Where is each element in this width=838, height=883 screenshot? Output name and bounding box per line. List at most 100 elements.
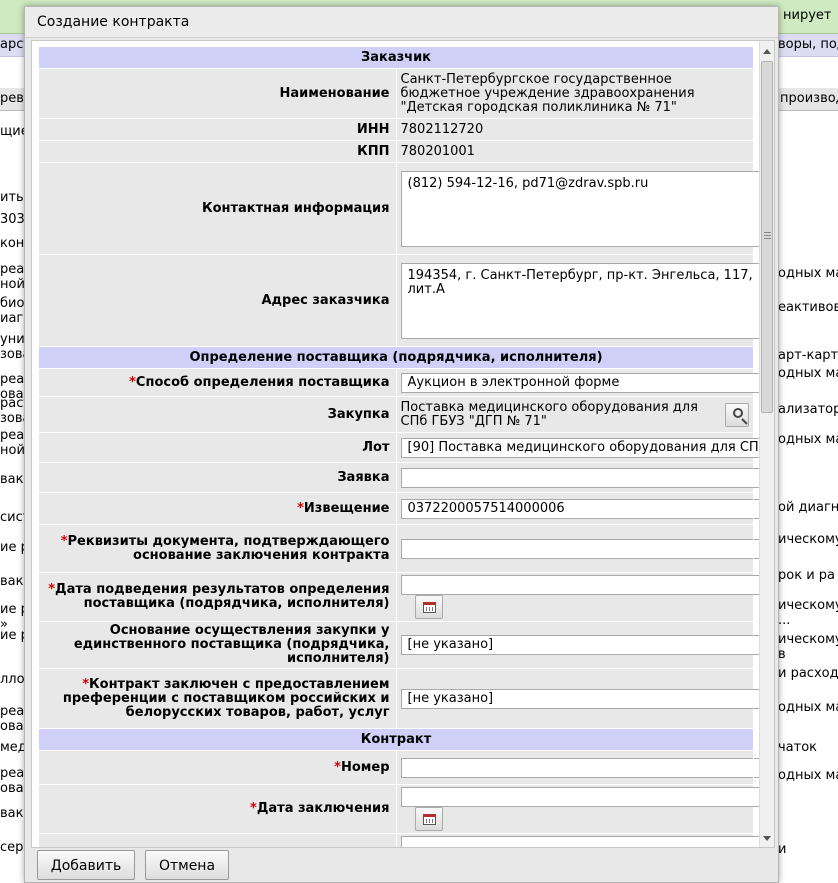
background-row-fragment: вакц [0,574,24,589]
dialog-scroll-area: Заказчик Наименование Санкт-Петербургско… [31,40,775,848]
method-select-value: Аукцион в электронной форме [407,374,620,390]
row-method: *Способ определения поставщика Аукцион в… [38,368,774,397]
background-row-fragment: рок и ра [778,568,835,583]
method-select[interactable]: Аукцион в электронной форме [400,372,774,393]
background-row-fragment: ие р [0,628,24,643]
row-results-date: *Дата подведения результатов определения… [38,572,773,622]
calendar-icon [422,814,436,825]
search-icon [733,407,744,418]
background-row-fragment: меди [0,740,24,755]
vertical-scrollbar[interactable] [759,41,774,847]
background-row-fragment: реаг ной [0,262,24,292]
lot-select-value: [90] Поставка медицинского оборудования … [407,439,775,455]
next-cell [395,833,773,847]
background-subheader-left: арст [0,37,24,52]
preference-cell: [не указано] [395,668,774,729]
row-contract-date: *Дата заключения [38,784,773,834]
background-row-fragment: вакц [0,806,24,821]
required-mark: * [48,582,56,597]
create-contract-dialog: Создание контракта Заказчик Наименование… [24,6,779,883]
scroll-up-icon[interactable] [763,49,771,54]
customer-name-value: Санкт-Петербургское государственное бюдж… [395,68,754,119]
purchase-label: Закупка [38,396,397,433]
background-row-fragment: ическому ... [778,598,838,628]
form-content: Заказчик Наименование Санкт-Петербургско… [38,46,774,847]
single-basis-cell: [не указано] [395,621,774,669]
background-row-fragment: чаток [778,740,818,755]
lot-select[interactable]: [90] Поставка медицинского оборудования … [400,437,775,458]
single-basis-select-value: [не указано] [407,637,494,652]
preference-label-cell: *Контракт заключен с предоставлением пре… [38,668,397,729]
requisites-label: Реквизиты документа, подтверждающего осн… [67,533,390,563]
add-button[interactable]: Добавить [37,850,135,880]
background-row-fragment: арт-карт. [778,348,838,363]
background-row-fragment: 303 [0,212,24,227]
results-date-input[interactable] [400,575,773,595]
method-label: Способ определения поставщика [135,374,390,390]
section-customer-title: Заказчик [38,46,754,69]
row-next-partial [38,833,773,847]
background-row-fragment: серд [0,840,24,855]
section-contract: Контракт [38,728,754,751]
method-cell: Аукцион в электронной форме [395,368,774,397]
purchase-wrap: Поставка медицинского оборудования для С… [400,399,749,429]
background-row-fragment: одных ма [778,366,838,381]
background-row-fragment: раст зова [0,396,24,426]
kpp-value: 780201001 [395,140,754,163]
single-basis-select[interactable]: [не указано] [400,635,774,655]
section-supplier-title: Определение поставщика (подрядчика, испо… [38,346,754,369]
background-row-fragment: и расход [778,666,838,681]
background-row-fragment: реаг ной [0,428,24,458]
notice-input[interactable]: 0372200057514000006 [400,498,774,519]
results-date-label: Дата подведения результатов определения … [55,582,390,611]
application-select[interactable] [400,467,774,488]
next-input[interactable] [400,836,773,847]
contract-date-picker-button[interactable] [414,807,443,831]
background-row-fragment: и [778,842,787,857]
row-requisites: *Реквизиты документа, подтверждающего ос… [38,524,774,573]
row-inn: ИНН 7802112720 [38,118,754,141]
scrollbar-thumb[interactable] [761,61,773,413]
requisites-input[interactable] [400,538,774,559]
inn-value: 7802112720 [395,118,754,141]
address-textarea-value: 194354, г. Санкт-Петербург, пр-кт. Энгел… [407,267,753,297]
cancel-button[interactable]: Отмена [145,850,229,880]
background-row-fragment: ие р [0,540,24,555]
row-purchase: Закупка Поставка медицинского оборудован… [38,396,754,433]
preference-select[interactable]: [не указано] [400,688,774,709]
inn-label: ИНН [38,118,397,141]
background-row-fragment: щие [0,124,24,139]
dialog-title-bar[interactable]: Создание контракта [25,7,778,38]
address-textarea[interactable]: 194354, г. Санкт-Петербург, пр-кт. Энгел… [400,262,774,339]
background-row-fragment: реаг ова [0,704,24,734]
row-kpp: КПП 780201001 [38,140,754,163]
background-row-fragment: ллон [0,672,24,687]
number-label-cell: *Номер [38,750,397,785]
contract-date-input[interactable] [400,787,773,807]
background-row-fragment: еактивов [778,300,838,315]
results-date-picker-button[interactable] [414,595,443,619]
purchase-value: Поставка медицинского оборудования для С… [400,399,698,429]
address-cell: 194354, г. Санкт-Петербург, пр-кт. Энгел… [395,254,774,347]
scroll-down-icon[interactable] [763,836,771,841]
calendar-icon [422,602,436,613]
background-row-fragment: ить [0,190,24,205]
grip-icon [764,232,771,233]
contact-textarea[interactable]: (812) 594-12-16, pd71@zdrav.spb.ru ⋰ [400,170,774,247]
notice-cell: 0372200057514000006 [395,492,774,525]
contact-cell: (812) 594-12-16, pd71@zdrav.spb.ru ⋰ [395,162,774,255]
lot-label: Лот [38,432,397,463]
method-label-cell: *Способ определения поставщика [38,368,397,397]
row-contact: Контактная информация (812) 594-12-16, p… [38,162,774,255]
required-mark: * [129,374,136,390]
application-label: Заявка [38,462,397,493]
row-customer-name: Наименование Санкт-Петербургское государ… [38,68,754,119]
number-input[interactable] [400,757,774,778]
kpp-label: КПП [38,140,397,163]
background-row-fragment: сист [0,510,24,525]
row-preference: *Контракт заключен с предоставлением пре… [38,668,774,729]
row-lot: Лот [90] Поставка медицинского оборудова… [38,432,774,463]
contract-date-cell [395,784,773,834]
row-notice: *Извещение 0372200057514000006 [38,492,774,525]
purchase-search-button[interactable] [725,402,749,427]
